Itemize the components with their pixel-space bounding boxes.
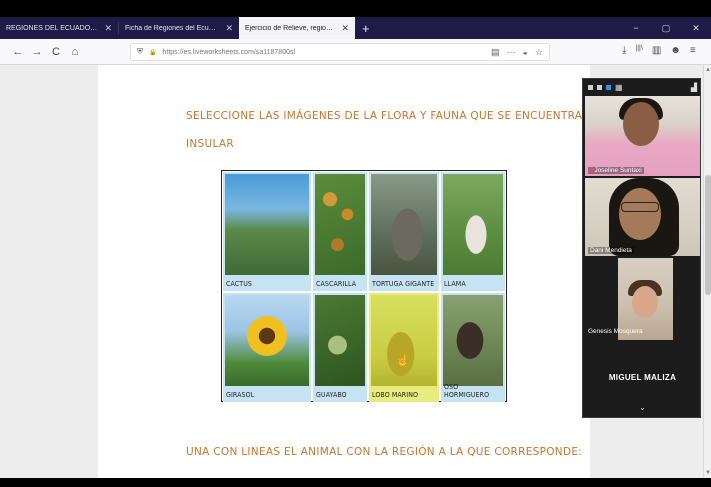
option-guayabo[interactable]: GUAYABO — [313, 293, 367, 402]
download-icon[interactable]: ⤓ — [622, 45, 626, 56]
sidebar-icon[interactable]: ▥ — [652, 45, 661, 56]
reader-view-icon[interactable]: ▤ — [491, 47, 500, 58]
participant-name: Dani Mendieta — [588, 247, 634, 254]
tab-label: Ficha de Regiones del Ecuador — [125, 24, 220, 32]
cactus-photo — [225, 174, 309, 275]
url-text[interactable]: https://es.liveworksheets.com/sa1187800s… — [162, 49, 295, 56]
minimize-icon[interactable]: − — [621, 23, 651, 33]
pocket-icon[interactable]: ◒ — [522, 47, 527, 58]
bookmark-star-icon[interactable]: ☆ — [535, 47, 543, 58]
guava-photo — [315, 295, 365, 386]
strip-view-icon[interactable] — [606, 84, 611, 90]
video-call-panel: ▦ ▟ ▮Joseline Suntaxi Dani Mendieta Gene… — [582, 78, 701, 418]
option-tortuga-gigante[interactable]: TORTUGA GIGANTE — [369, 172, 439, 291]
address-bar[interactable]: ⛨ 🔒 https://es.liveworksheets.com/sa1187… — [130, 43, 550, 61]
option-caption: TORTUGA GIGANTE — [372, 280, 435, 288]
participant-face — [632, 286, 658, 318]
participant-name: ▮Joseline Suntaxi — [588, 167, 644, 174]
giant-tortoise-photo — [371, 174, 437, 275]
participant-face — [623, 102, 659, 146]
option-lobo-marino[interactable]: LOBO MARINO — [369, 293, 439, 402]
option-caption: LOBO MARINO — [372, 391, 419, 399]
matching-instruction: UNA CON LINEAS EL ANIMAL CON LA REGIÓN A… — [186, 446, 583, 458]
participant-glasses — [621, 202, 659, 212]
tab-ficha-regiones[interactable]: Ficha de Regiones del Ecuador ✕ — [119, 17, 239, 39]
tab-ejercicio-relieve[interactable]: Ejercicio de Relieve, regiones natu ✕ — [239, 17, 355, 39]
participant-face — [619, 188, 661, 240]
participant-video[interactable]: ▮Joseline Suntaxi — [585, 96, 700, 176]
reload-icon[interactable]: C — [48, 46, 64, 58]
llama-photo — [443, 174, 503, 275]
option-caption: LLAMA — [444, 280, 466, 288]
new-tab-button[interactable]: + — [355, 17, 377, 39]
tab-regiones-fichas[interactable]: REGIONES DEL ECUADOR fichas ✕ — [0, 17, 118, 39]
screen-letterbox-bottom — [0, 478, 711, 487]
forward-icon[interactable]: → — [29, 46, 45, 58]
close-window-icon[interactable]: ✕ — [681, 23, 711, 34]
option-girasol[interactable]: GIRASOL — [223, 293, 311, 402]
instruction-heading-continued: INSULAR — [186, 138, 234, 150]
lock-icon[interactable]: 🔒 — [149, 49, 156, 56]
close-icon[interactable]: ✕ — [225, 23, 233, 34]
sea-lion-photo — [371, 295, 437, 386]
page-actions-icon[interactable]: ··· — [506, 47, 515, 58]
window-controls: − ▢ ✕ — [621, 17, 711, 39]
option-caption: CACTUS — [226, 280, 253, 288]
tab-label: REGIONES DEL ECUADOR fichas — [6, 24, 98, 32]
image-selection-grid: CACTUS CASCARILLA TORTUGA GIGANTE LLAMA … — [221, 170, 507, 402]
page-scrollbar[interactable]: ▲ ▼ — [703, 65, 711, 478]
shield-icon[interactable]: ⛨ — [137, 47, 143, 57]
active-speaker-name: MIGUEL MALIZA — [608, 373, 677, 382]
chevron-down-icon[interactable]: ⌄ — [583, 403, 702, 412]
menu-icon[interactable]: ≡ — [690, 45, 696, 56]
thumbnail-view-icon[interactable] — [597, 84, 602, 90]
option-caption: GUAYABO — [316, 391, 347, 399]
back-icon[interactable]: ← — [10, 46, 26, 58]
scroll-down-icon[interactable]: ▼ — [704, 470, 711, 476]
option-caption: OSO HORMIGUERO — [444, 383, 490, 399]
home-icon[interactable]: ⌂ — [67, 46, 83, 58]
participant-video[interactable]: Dani Mendieta — [585, 178, 700, 256]
browser-tab-strip: REGIONES DEL ECUADOR fichas ✕ Ficha de R… — [0, 17, 711, 39]
anteater-photo — [443, 295, 503, 386]
participant-name: Genesis Mosquera — [588, 328, 643, 335]
close-icon[interactable]: ✕ — [341, 23, 349, 34]
gallery-view-icon[interactable]: ▦ — [615, 83, 623, 92]
expand-call-icon[interactable]: ▟ — [691, 83, 697, 92]
browser-navbar: ← → C ⌂ ⛨ 🔒 https://es.liveworksheets.co… — [0, 39, 711, 65]
option-llama[interactable]: LLAMA — [441, 172, 505, 291]
scrollbar-thumb[interactable] — [705, 175, 711, 295]
cascarilla-photo — [315, 174, 365, 275]
option-cactus[interactable]: CACTUS — [223, 172, 311, 291]
screen-letterbox-top — [0, 0, 711, 17]
close-icon[interactable]: ✕ — [104, 23, 112, 34]
library-icon[interactable]: |||\ — [635, 45, 642, 56]
call-toolbar: ▦ ▟ — [583, 79, 702, 95]
muted-mic-icon: ▮ — [590, 168, 594, 174]
minimize-call-icon[interactable] — [588, 84, 593, 90]
option-oso-hormiguero[interactable]: OSO HORMIGUERO — [441, 293, 505, 402]
sunflower-photo — [225, 295, 309, 386]
scroll-up-icon[interactable]: ▲ — [704, 67, 711, 73]
tab-label: Ejercicio de Relieve, regiones natu — [245, 24, 336, 32]
account-icon[interactable]: ☻ — [670, 45, 681, 56]
restore-icon[interactable]: ▢ — [651, 23, 681, 34]
option-caption: GIRASOL — [226, 391, 255, 399]
option-caption: CASCARILLA — [316, 280, 357, 288]
mouse-pointer-icon: ☝ — [396, 355, 410, 367]
option-cascarilla[interactable]: CASCARILLA — [313, 172, 367, 291]
